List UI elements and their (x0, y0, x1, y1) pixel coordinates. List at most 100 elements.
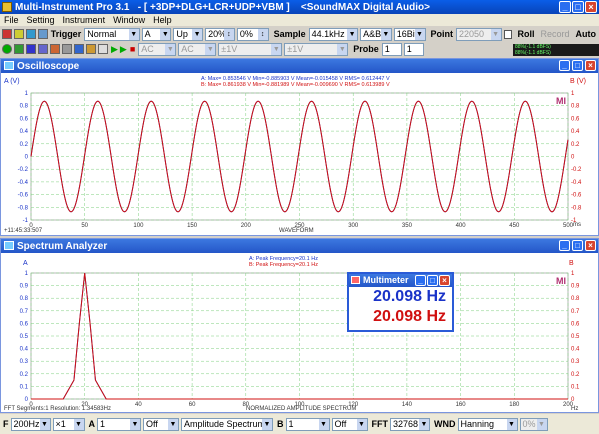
menu-file[interactable]: File (4, 15, 19, 25)
panel-maximize-button[interactable]: □ (572, 240, 583, 251)
oscilloscope-titlebar[interactable]: Oscilloscope _ □ × (1, 59, 598, 73)
chevron-down-icon: ▼ (262, 418, 272, 430)
trigger-mode-select[interactable]: Normal ▼ (84, 27, 140, 41)
point-select[interactable]: 22050 ▼ (456, 27, 502, 41)
y-tick-label-left: 0.8 (20, 296, 29, 302)
speaker-icon[interactable] (98, 44, 108, 54)
panel-maximize-button[interactable]: □ (427, 275, 438, 286)
auto-button[interactable]: Auto (576, 29, 597, 39)
chevron-down-icon: ▼ (318, 418, 329, 430)
record-button[interactable]: Record (540, 29, 569, 39)
y-tick-label-right: 0.2 (571, 142, 580, 148)
trigger-channel-select[interactable]: A ▼ (141, 27, 172, 41)
wnd-label: WND (434, 419, 456, 429)
save-icon[interactable] (25, 29, 36, 39)
multimeter-title: Multimeter (363, 275, 409, 285)
tools-icon[interactable] (86, 44, 96, 54)
dds-icon[interactable] (74, 44, 84, 54)
panel-minimize-button[interactable]: _ (559, 240, 570, 251)
x-tick-label: 200 (241, 223, 252, 229)
oscilloscope-chart[interactable]: A (V) B (V) A: Max= 0.853546 V Min=-0.88… (1, 73, 598, 235)
window-function-select[interactable]: Hanning ▼ (457, 417, 518, 431)
coupling-a-select[interactable]: AC ▼ (138, 42, 177, 56)
zoom-select[interactable]: ×1 ▼ (52, 417, 85, 431)
panel-maximize-button[interactable]: □ (572, 60, 583, 71)
app-window: Multi-Instrument Pro 3.1 - [ +3DP+DLG+LC… (0, 0, 599, 434)
fft-size-select[interactable]: 32768 ▼ (390, 417, 430, 431)
trigger-edge-select[interactable]: Up ▼ (173, 27, 204, 41)
panel-close-button[interactable]: × (585, 60, 596, 71)
spectrum-chart[interactable]: A B A: Peak Frequency=20.1 Hz B: Peak Fr… (1, 253, 598, 412)
phase-icon[interactable] (38, 44, 48, 54)
panel-close-button[interactable]: × (585, 240, 596, 251)
x-tick-label: 400 (456, 223, 467, 229)
y-tick-label-left: 0.4 (20, 347, 29, 353)
fft-label: FFT (371, 419, 389, 429)
range-b-select[interactable]: ±1V ▼ (284, 42, 349, 56)
y-tick-label-right: -0.2 (571, 167, 582, 173)
y-tick-label-left: -1 (23, 218, 29, 224)
print-icon[interactable] (37, 29, 48, 39)
step-icon[interactable]: ▶ (120, 44, 127, 55)
multimeter-window[interactable]: Multimeter _ □ × 20.098 Hz 20.098 Hz (347, 272, 454, 332)
sample-rate-select[interactable]: 44.1kHz ▼ (308, 27, 359, 41)
spectrum-icon[interactable] (26, 44, 36, 54)
menu-instrument[interactable]: Instrument (63, 15, 106, 25)
spinner-icon: ↕ (257, 28, 268, 40)
panel-minimize-button[interactable]: _ (415, 275, 426, 286)
range-a-select[interactable]: ±1V ▼ (218, 42, 283, 56)
multimeter-icon[interactable] (50, 44, 60, 54)
generator-icon[interactable] (62, 44, 72, 54)
minimize-button[interactable]: _ (559, 1, 571, 13)
folder-icon[interactable] (13, 29, 24, 39)
x-axis-unit: ms (573, 222, 581, 228)
chevron-down-icon: ▼ (356, 418, 367, 430)
y-tick-label-left: 1 (25, 271, 29, 277)
spinner-icon: ↕ (223, 28, 234, 40)
bit-depth-select[interactable]: 16Bit ▼ (393, 27, 426, 41)
spectrum-titlebar[interactable]: Spectrum Analyzer _ □ × (1, 239, 598, 253)
menu-window[interactable]: Window (113, 15, 145, 25)
oscilloscope-icon[interactable] (14, 44, 24, 54)
stop-icon[interactable]: ■ (130, 44, 135, 54)
multimeter-titlebar[interactable]: Multimeter _ □ × (349, 274, 452, 287)
spectrum-title: Spectrum Analyzer (17, 240, 108, 252)
chevron-down-icon: ▼ (128, 28, 139, 40)
a-label: A (88, 419, 96, 429)
x-tick-label: 60 (189, 402, 196, 408)
y-tick-label-left: 0 (25, 397, 29, 403)
y-tick-label-left: 0 (25, 155, 29, 161)
a-mode-select[interactable]: Off ▼ (143, 417, 179, 431)
b-mode-select[interactable]: Off ▼ (331, 417, 368, 431)
probe-a-select[interactable]: 1 (381, 42, 402, 56)
y-tick-label-right: 0.9 (571, 284, 580, 290)
multimeter-icon (351, 276, 360, 284)
toolbar-trigger: Trigger Normal ▼ A ▼ Up ▼ 20% ↕ 0% ↕ Sample 4… (0, 27, 599, 41)
roll-checkbox[interactable] (503, 29, 513, 39)
y-tick-label-right: 0.3 (571, 359, 580, 365)
y-tick-label-right: -0.4 (571, 180, 582, 186)
menu-setting[interactable]: Setting (27, 15, 55, 25)
run-icon[interactable] (2, 44, 12, 54)
window-titlebar[interactable]: Multi-Instrument Pro 3.1 - [ +3DP+DLG+LC… (0, 0, 599, 14)
play-icon[interactable]: ▶ (111, 44, 118, 55)
b-scale-select[interactable]: 1 ▼ (285, 417, 330, 431)
trigger-level-spinner[interactable]: 20% ↕ (205, 27, 235, 41)
y-tick-label-left: -0.6 (18, 193, 29, 199)
coupling-b-select[interactable]: AC ▼ (178, 42, 217, 56)
freq-range-select[interactable]: 200Hz ▼ (10, 417, 51, 431)
a-scale-select[interactable]: 1 ▼ (97, 417, 141, 431)
spectrum-type-select[interactable]: Amplitude Spectrum ▼ (181, 417, 273, 431)
panel-close-button[interactable]: × (439, 275, 450, 286)
channel-select[interactable]: A&B ▼ (360, 27, 392, 41)
f-label: F (3, 419, 9, 429)
overlap-select[interactable]: 0% ▼ (519, 417, 548, 431)
probe-b-select[interactable]: 1 (403, 42, 424, 56)
record-icon[interactable] (2, 29, 12, 39)
close-button[interactable]: × (585, 1, 597, 13)
panel-minimize-button[interactable]: _ (559, 60, 570, 71)
trigger-delay-spinner[interactable]: 0% ↕ (236, 27, 269, 41)
y-tick-label-left: 0.3 (20, 359, 29, 365)
maximize-button[interactable]: □ (572, 1, 584, 13)
menu-help[interactable]: Help (153, 15, 172, 25)
